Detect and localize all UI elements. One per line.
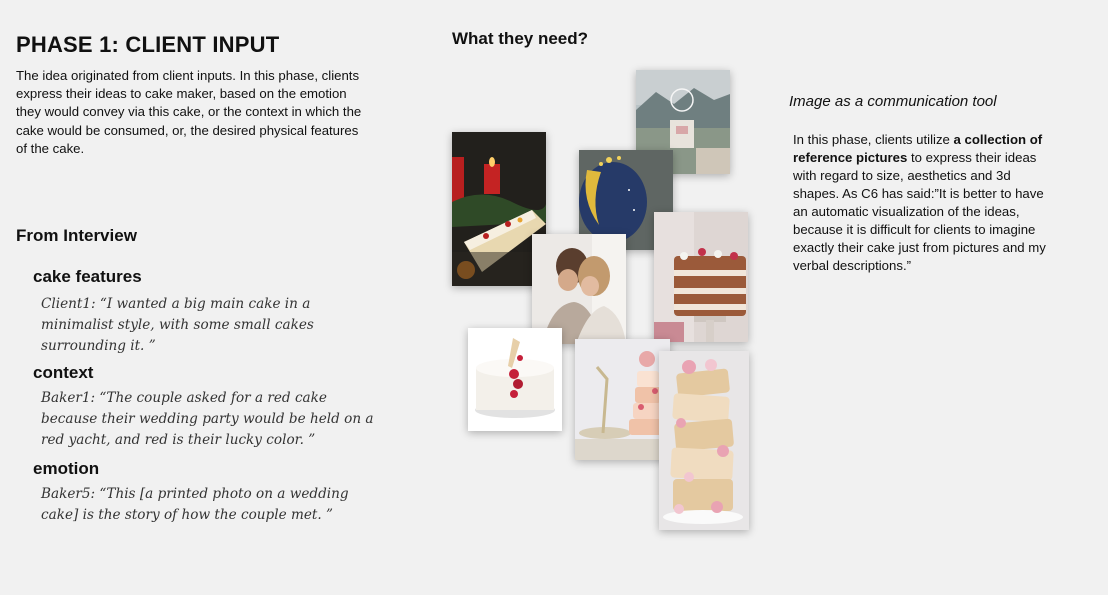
communication-tool-heading: Image as a communication tool	[789, 93, 997, 110]
what-they-need-heading: What they need?	[452, 29, 589, 48]
body-text-start: In this phase, clients utilize	[793, 132, 954, 147]
floating-cake-photo	[575, 339, 670, 460]
body-text-end: to express their ideas with regard to si…	[793, 150, 1046, 273]
white-cake-photo	[468, 328, 562, 431]
context-quote: Baker1: “The couple asked for a red cake…	[41, 390, 374, 448]
naked-cake-photo	[654, 212, 748, 342]
cake-features-heading: cake features	[33, 267, 142, 286]
tower-cake-photo	[659, 351, 749, 530]
communication-tool-body: In this phase, clients utilize a collect…	[793, 131, 1053, 275]
intro-paragraph: The idea originated from client inputs. …	[16, 68, 362, 156]
interview-heading: From Interview	[16, 226, 137, 245]
context-heading: context	[33, 363, 94, 382]
cake-features-quote: Client1: “I wanted a big main cake in a …	[41, 296, 314, 354]
emotion-quote: Baker5: “This [a printed photo on a wedd…	[41, 486, 349, 523]
emotion-heading: emotion	[33, 459, 100, 478]
phase-title: PHASE 1: CLIENT INPUT	[16, 32, 280, 57]
